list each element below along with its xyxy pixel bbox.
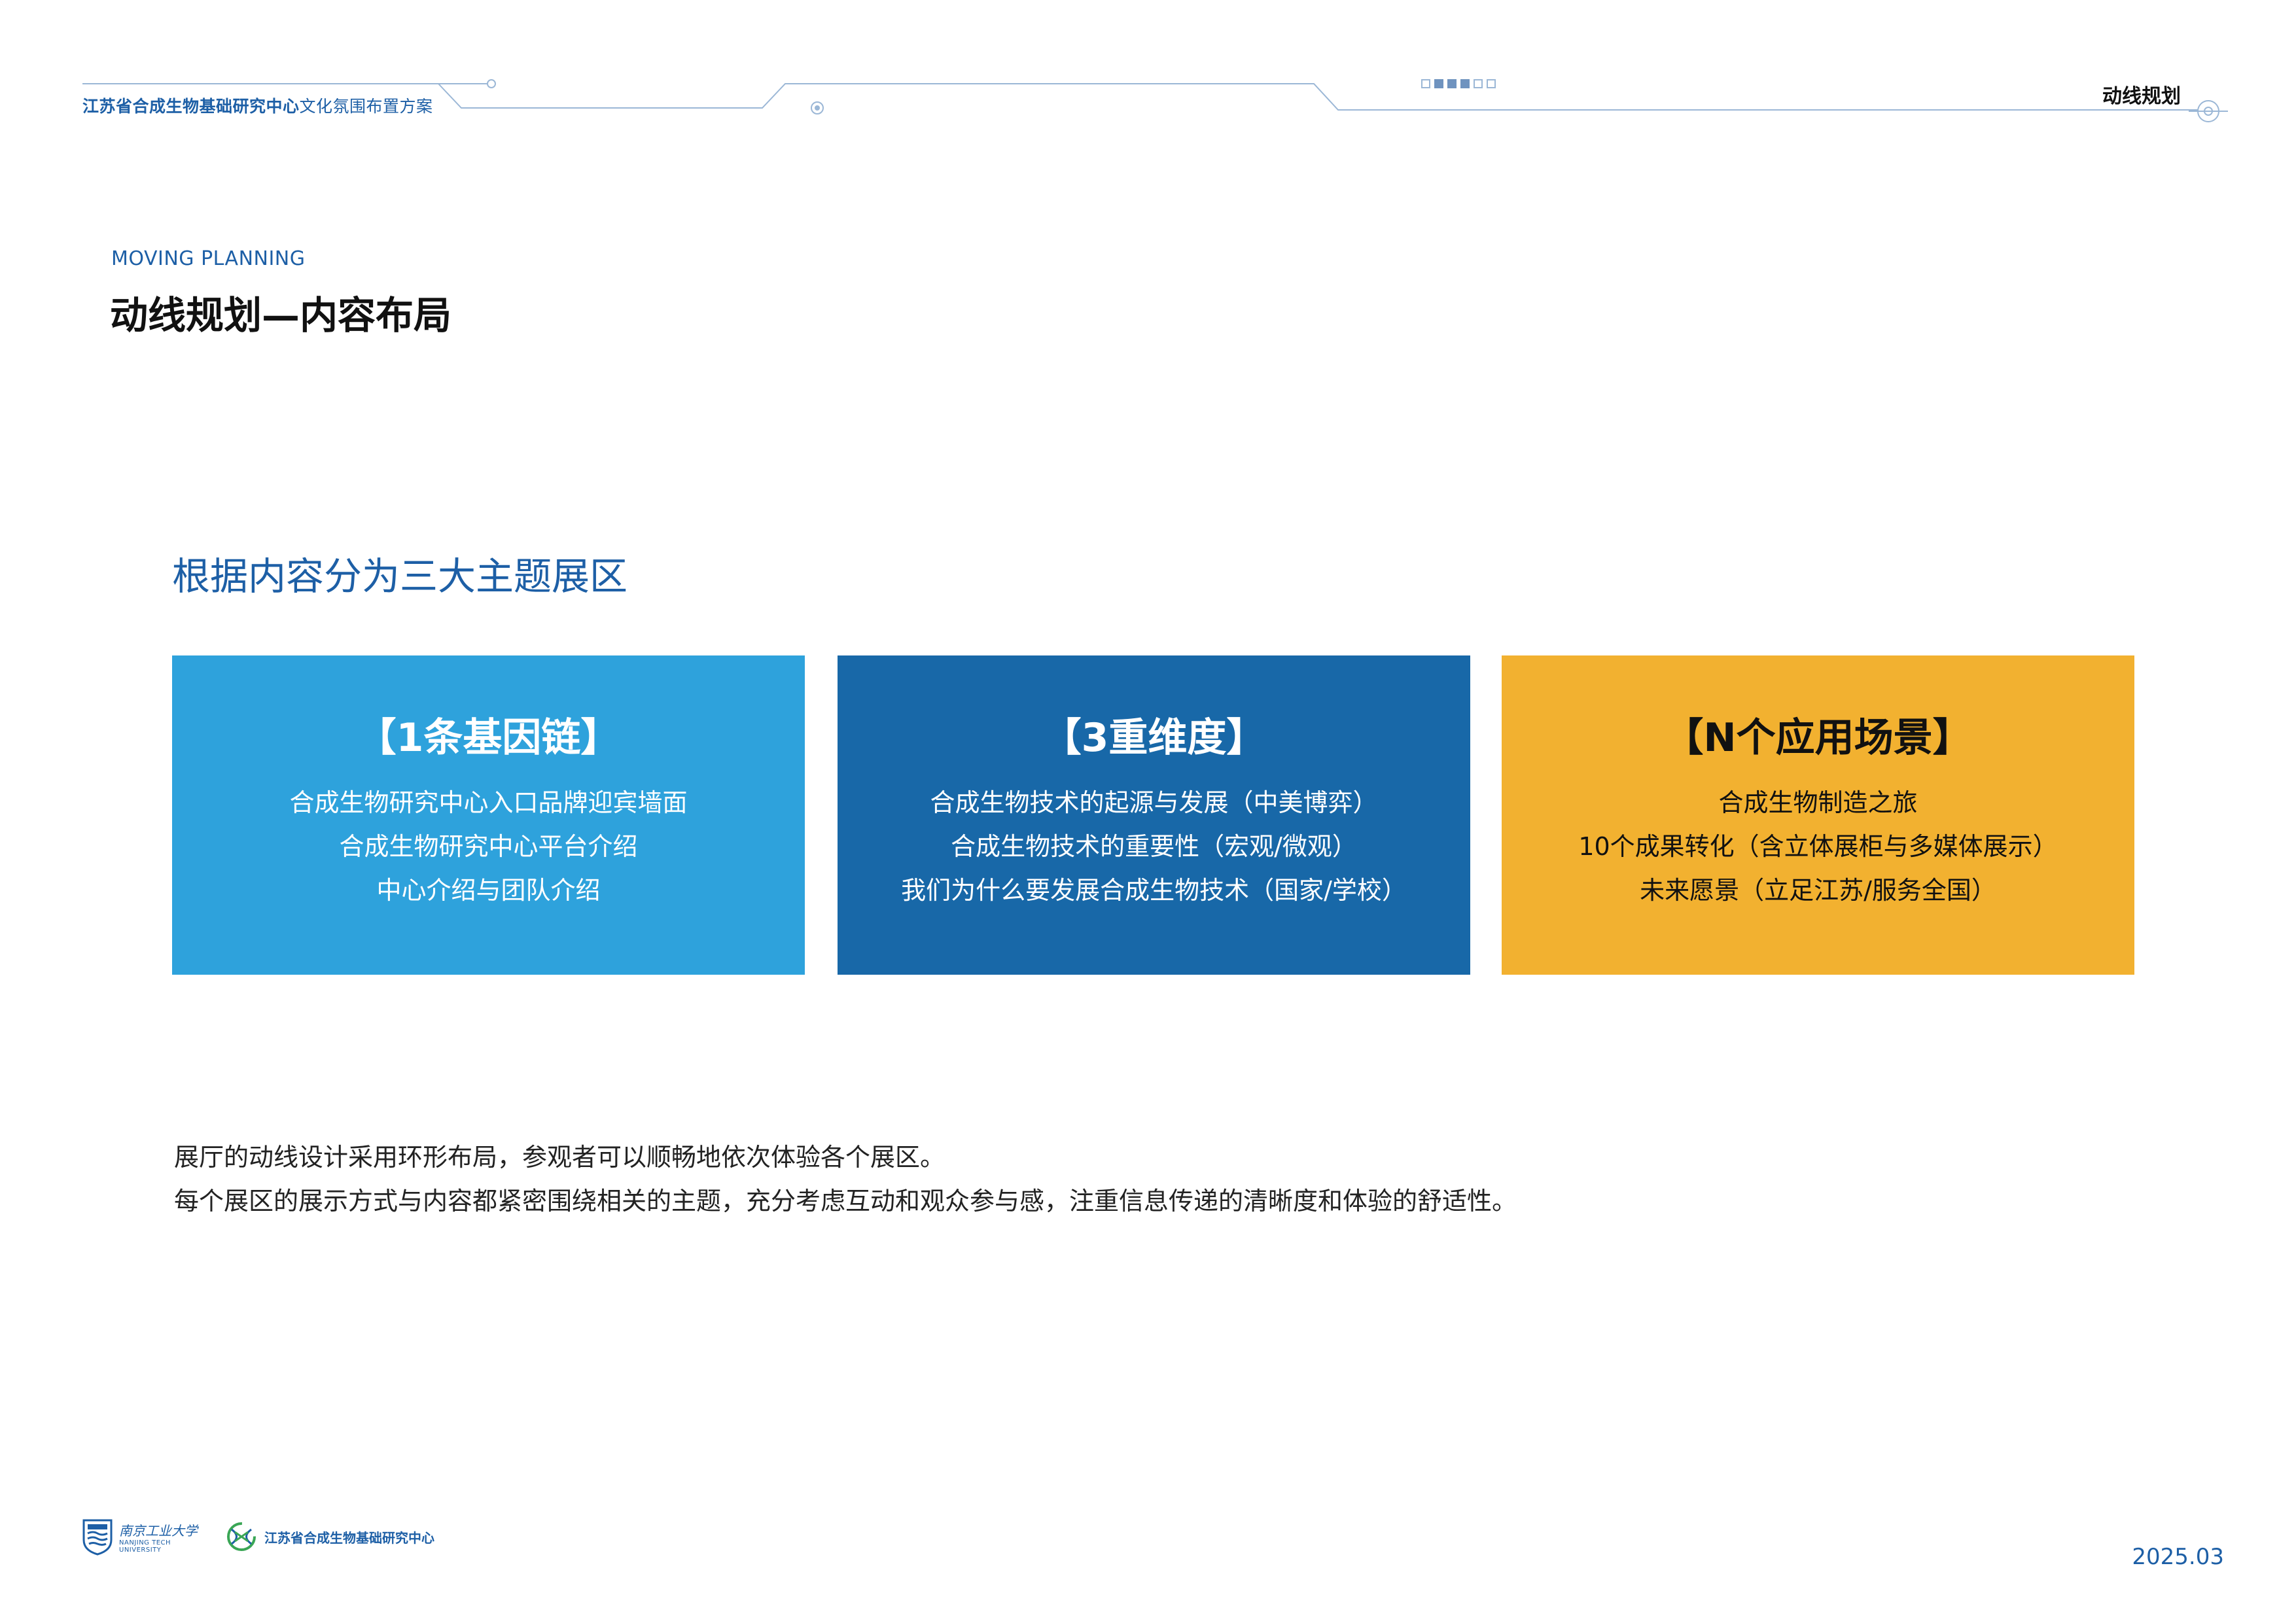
section-eyebrow: MOVING PLANNING — [111, 247, 306, 270]
card-line: 未来愿景（立足江苏/服务全国） — [1640, 876, 1996, 905]
theme-card-three-dimensions: 【3重维度】 合成生物技术的起源与发展（中美博弈） 合成生物技术的重要性（宏观/… — [838, 655, 1470, 975]
dna-ring-logo-icon — [227, 1522, 256, 1551]
card-line: 中心介绍与团队介绍 — [376, 876, 601, 905]
progress-square — [1434, 79, 1443, 88]
card-title: 【N个应用场景】 — [1664, 715, 1972, 761]
theme-card-applications: 【N个应用场景】 合成生物制造之旅 10个成果转化（含立体展柜与多媒体展示） 未… — [1502, 655, 2134, 975]
university-name-script: 南京工业大学 — [119, 1522, 198, 1539]
description-line: 展厅的动线设计采用环形布局，参观者可以顺畅地依次体验各个展区。 — [174, 1143, 945, 1172]
research-center-logo: 江苏省合成生物基础研究中心 — [224, 1520, 434, 1553]
header-progress-squares — [1421, 79, 1496, 88]
card-title: 【1条基因链】 — [357, 715, 620, 761]
card-line: 合成生物技术的重要性（宏观/微观） — [951, 832, 1357, 861]
university-crest-icon — [82, 1519, 113, 1556]
footer-logos: 南京工业大学 NANJING TECH UNIVERSITY 江苏省合成生物基础… — [81, 1518, 434, 1556]
page-title: 动线规划—内容布局 — [110, 293, 452, 338]
card-lines: 合成生物技术的起源与发展（中美博弈） 合成生物技术的重要性（宏观/微观） 我们为… — [838, 781, 1470, 913]
university-name-en-1: NANJING TECH — [119, 1539, 171, 1546]
card-line: 10个成果转化（含立体展柜与多媒体展示） — [1578, 832, 2058, 861]
card-lines: 合成生物研究中心入口品牌迎宾墙面 合成生物研究中心平台介绍 中心介绍与团队介绍 — [172, 781, 805, 913]
card-line: 合成生物研究中心入口品牌迎宾墙面 — [289, 788, 688, 817]
header-project-title: 江苏省合成生物基础研究中心文化氛围布置方案 — [82, 94, 433, 117]
progress-square — [1421, 79, 1430, 88]
card-lines: 合成生物制造之旅 10个成果转化（含立体展柜与多媒体展示） 未来愿景（立足江苏/… — [1502, 781, 2134, 913]
research-center-name: 江苏省合成生物基础研究中心 — [264, 1529, 434, 1546]
card-line: 我们为什么要发展合成生物技术（国家/学校） — [901, 876, 1407, 905]
progress-square — [1487, 79, 1496, 88]
header-project-title-bold: 江苏省合成生物基础研究中心 — [82, 97, 300, 116]
theme-card-gene-chain: 【1条基因链】 合成生物研究中心入口品牌迎宾墙面 合成生物研究中心平台介绍 中心… — [172, 655, 805, 975]
progress-square — [1447, 79, 1457, 88]
card-title: 【3重维度】 — [1042, 715, 1266, 761]
card-line: 合成生物技术的起源与发展（中美博弈） — [930, 788, 1378, 817]
university-logo: 南京工业大学 NANJING TECH UNIVERSITY — [81, 1518, 198, 1556]
section-subtitle: 根据内容分为三大主题展区 — [172, 554, 628, 599]
document-date: 2025.03 — [2132, 1544, 2224, 1570]
description-paragraph: 展厅的动线设计采用环形布局，参观者可以顺畅地依次体验各个展区。 每个展区的展示方… — [174, 1136, 1517, 1223]
progress-square — [1460, 79, 1470, 88]
description-line: 每个展区的展示方式与内容都紧密围绕相关的主题，充分考虑互动和观众参与感，注重信息… — [174, 1187, 1517, 1215]
card-line: 合成生物制造之旅 — [1718, 788, 1918, 817]
header-section-name: 动线规划 — [2102, 85, 2181, 108]
header-project-title-light: 文化氛围布置方案 — [299, 97, 433, 116]
progress-square — [1474, 79, 1483, 88]
university-name-en-2: UNIVERSITY — [119, 1546, 162, 1554]
card-line: 合成生物研究中心平台介绍 — [339, 832, 638, 861]
